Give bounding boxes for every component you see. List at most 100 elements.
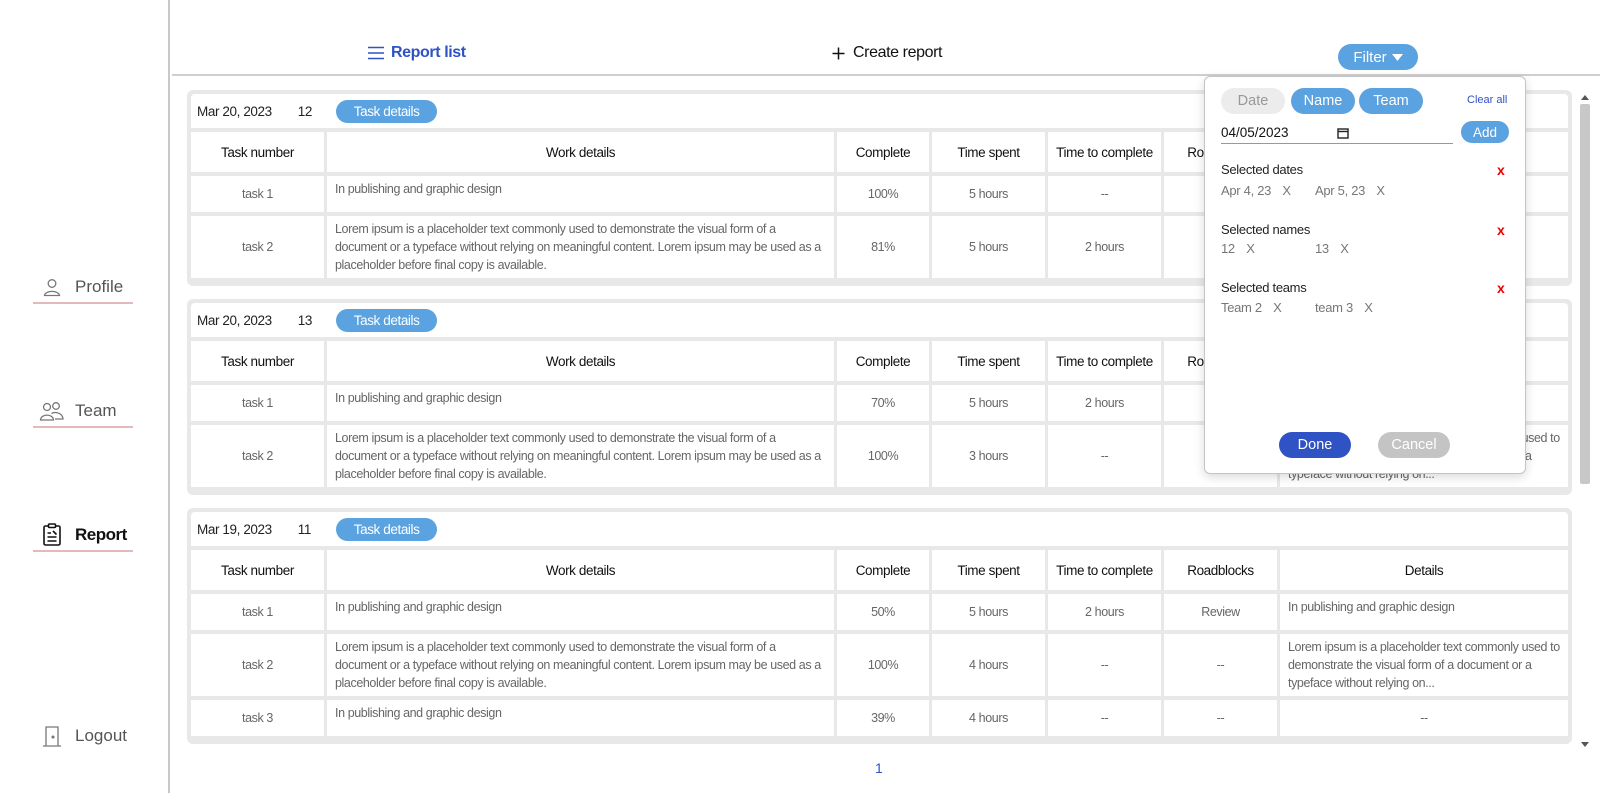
- logout-button[interactable]: Logout: [33, 720, 133, 752]
- scrollbar-thumb[interactable]: [1580, 104, 1590, 484]
- remove-chip-icon[interactable]: X: [1376, 183, 1385, 198]
- team-icon: [39, 400, 65, 422]
- sidebar-item-profile[interactable]: Profile: [33, 272, 133, 304]
- table-row[interactable]: task 2 Lorem ipsum is a placeholder text …: [191, 634, 1568, 696]
- cell-time-to-complete: 2 hours: [1048, 385, 1164, 421]
- sidebar-item-team[interactable]: Team: [33, 396, 133, 428]
- cell-time-to-complete: --: [1048, 425, 1164, 487]
- clear-dates-icon[interactable]: x: [1497, 162, 1505, 178]
- sidebar-item-label: Logout: [75, 726, 127, 745]
- cell-time-spent: 4 hours: [932, 634, 1048, 696]
- report-count: 12: [297, 103, 313, 119]
- cell-details: Lorem ipsum is a placeholder text common…: [1280, 634, 1568, 696]
- person-icon: [39, 276, 65, 298]
- selected-teams-title: Selected teams: [1221, 280, 1307, 295]
- report-list-link[interactable]: Report list: [367, 44, 466, 62]
- filter-panel: Date Name Team Clear all 04/05/2023 Add …: [1204, 76, 1526, 474]
- column-header-task-number: Task number: [191, 341, 327, 381]
- cell-roadblocks: --: [1164, 634, 1280, 696]
- remove-chip-icon[interactable]: X: [1246, 241, 1255, 256]
- cell-complete: 39%: [837, 700, 932, 736]
- cell-work-details: In publishing and graphic design: [327, 385, 837, 421]
- date-chip: Apr 5, 23 X: [1315, 183, 1385, 198]
- pagination-page[interactable]: 1: [875, 760, 883, 776]
- filter-tab-team[interactable]: Team: [1359, 88, 1423, 114]
- calendar-icon[interactable]: [1337, 127, 1349, 139]
- column-header-time-to-complete: Time to complete: [1048, 341, 1164, 381]
- cell-task-number: task 1: [191, 176, 327, 212]
- cell-work-details: Lorem ipsum is a placeholder text common…: [327, 425, 837, 487]
- cell-roadblocks: Review: [1164, 594, 1280, 630]
- cell-time-to-complete: --: [1048, 700, 1164, 736]
- team-chip: team 3 X: [1315, 300, 1373, 315]
- remove-chip-icon[interactable]: X: [1340, 241, 1349, 256]
- report-card-header: Mar 19, 2023 11 Task details: [191, 512, 1568, 546]
- date-input[interactable]: 04/05/2023: [1221, 122, 1453, 144]
- cell-time-spent: 3 hours: [932, 425, 1048, 487]
- cell-work-details: In publishing and graphic design: [327, 176, 837, 212]
- done-button[interactable]: Done: [1279, 432, 1351, 458]
- clear-teams-icon[interactable]: x: [1497, 280, 1505, 296]
- filter-label: Filter: [1353, 48, 1387, 66]
- column-header-time-to-complete: Time to complete: [1048, 550, 1164, 590]
- cell-time-to-complete: --: [1048, 634, 1164, 696]
- sidebar-item-label: Report: [75, 525, 127, 544]
- cell-time-to-complete: --: [1048, 176, 1164, 212]
- name-chip: 12 X: [1221, 241, 1255, 256]
- cell-complete: 100%: [837, 634, 932, 696]
- filter-button[interactable]: Filter: [1338, 44, 1418, 70]
- task-details-button[interactable]: Task details: [335, 308, 438, 332]
- sidebar-item-label: Profile: [75, 277, 124, 296]
- task-details-button[interactable]: Task details: [335, 99, 438, 123]
- column-header-task-number: Task number: [191, 550, 327, 590]
- column-header-work-details: Work details: [327, 550, 837, 590]
- cell-roadblocks: --: [1164, 700, 1280, 736]
- sidebar-item-report[interactable]: Report: [33, 520, 133, 552]
- cell-complete: 81%: [837, 216, 932, 278]
- column-header-time-spent: Time spent: [932, 132, 1048, 172]
- team-chip: Team 2 X: [1221, 300, 1282, 315]
- remove-chip-icon[interactable]: X: [1282, 183, 1291, 198]
- cell-task-number: task 3: [191, 700, 327, 736]
- report-date: Mar 19, 2023: [197, 521, 272, 537]
- cell-work-details: In publishing and graphic design: [327, 594, 837, 630]
- cell-work-details: In publishing and graphic design: [327, 700, 837, 736]
- column-header-time-to-complete: Time to complete: [1048, 132, 1164, 172]
- sidebar: Profile Team Report Logout: [0, 0, 170, 793]
- table-row[interactable]: task 3 In publishing and graphic design 39…: [191, 700, 1568, 736]
- cell-task-number: task 2: [191, 216, 327, 278]
- column-header-complete: Complete: [837, 341, 932, 381]
- selected-names-title: Selected names: [1221, 222, 1311, 237]
- create-report-button[interactable]: Create report: [832, 44, 942, 62]
- cell-work-details: Lorem ipsum is a placeholder text common…: [327, 634, 837, 696]
- cell-complete: 100%: [837, 425, 932, 487]
- cancel-button[interactable]: Cancel: [1378, 432, 1450, 458]
- remove-chip-icon[interactable]: X: [1273, 300, 1282, 315]
- cell-complete: 50%: [837, 594, 932, 630]
- cell-time-spent: 5 hours: [932, 176, 1048, 212]
- column-header-complete: Complete: [837, 550, 932, 590]
- filter-tab-name[interactable]: Name: [1291, 88, 1355, 114]
- table-header-row: Task number Work details Complete Time spen…: [191, 550, 1568, 590]
- menu-icon: [367, 46, 385, 60]
- column-header-work-details: Work details: [327, 132, 837, 172]
- column-header-details: Details: [1280, 550, 1568, 590]
- cell-complete: 70%: [837, 385, 932, 421]
- add-date-button[interactable]: Add: [1461, 121, 1509, 143]
- table-row[interactable]: task 1 In publishing and graphic design 50…: [191, 594, 1568, 630]
- caret-down-icon: [1391, 53, 1403, 61]
- plus-icon: [832, 47, 845, 60]
- clear-all-link[interactable]: Clear all: [1467, 94, 1507, 106]
- date-chip: Apr 4, 23 X: [1221, 183, 1291, 198]
- report-count: 13: [297, 312, 313, 328]
- report-count: 11: [297, 521, 312, 537]
- cell-complete: 100%: [837, 176, 932, 212]
- cell-time-spent: 5 hours: [932, 594, 1048, 630]
- task-details-button[interactable]: Task details: [335, 517, 438, 541]
- clear-names-icon[interactable]: x: [1497, 222, 1505, 238]
- remove-chip-icon[interactable]: X: [1364, 300, 1373, 315]
- column-header-time-spent: Time spent: [932, 550, 1048, 590]
- filter-tab-date[interactable]: Date: [1221, 88, 1285, 114]
- cell-task-number: task 2: [191, 425, 327, 487]
- cell-time-spent: 5 hours: [932, 385, 1048, 421]
